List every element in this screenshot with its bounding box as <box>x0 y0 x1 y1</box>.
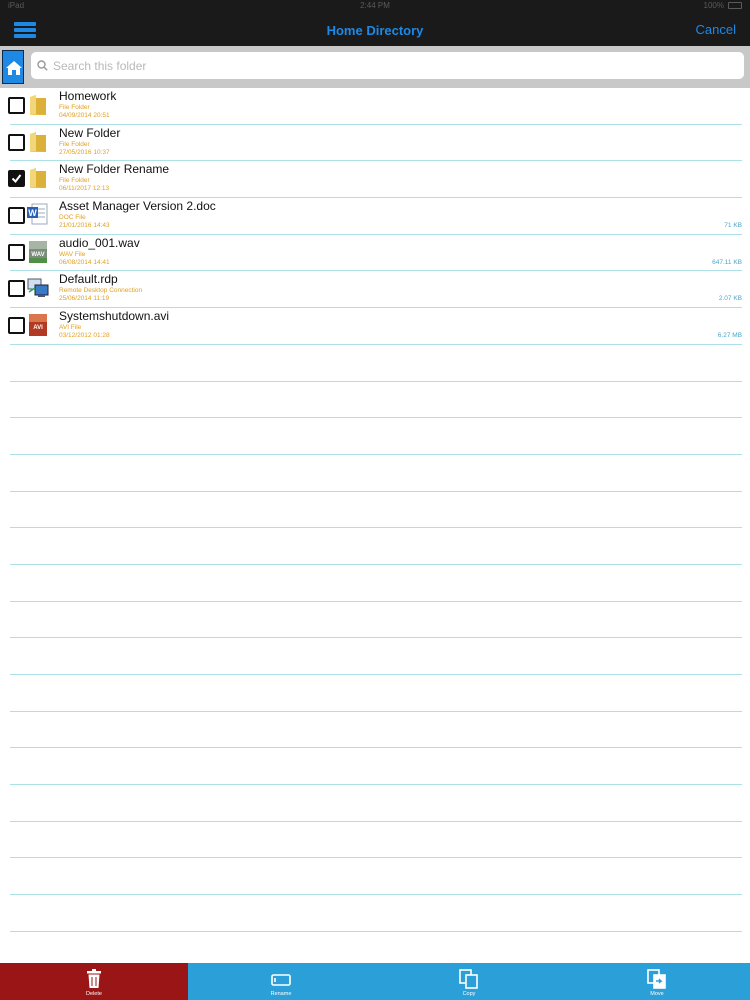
page-title: Home Directory <box>326 23 424 38</box>
search-field <box>31 52 744 79</box>
trash-icon <box>87 969 101 988</box>
file-picker-screen: iPad 2:44 PM 100% Home Directory Cancel … <box>0 0 750 1000</box>
copy-icon <box>459 969 478 989</box>
file-date: 06/11/2017 12:13 <box>59 185 110 193</box>
file-row[interactable]: New Folder Rename File Folder 06/11/2017 1… <box>8 161 742 199</box>
move-button[interactable]: Move <box>563 963 750 1000</box>
copy-button[interactable]: Copy <box>375 963 563 1000</box>
empty-row <box>10 382 742 419</box>
file-date: 25/06/2014 11:19 <box>59 295 110 303</box>
move-label: Move <box>650 991 664 997</box>
checkbox[interactable] <box>8 133 25 151</box>
battery-icon <box>728 2 742 9</box>
checkbox-checked[interactable] <box>8 170 25 188</box>
folder-icon <box>27 166 49 190</box>
svg-text:WAV: WAV <box>31 252 44 258</box>
empty-row <box>10 602 742 639</box>
file-name: New Folder Rename <box>59 162 170 177</box>
checkbox[interactable] <box>8 317 25 335</box>
word-doc-icon: W <box>27 203 49 227</box>
svg-text:AVI: AVI <box>33 325 43 331</box>
file-type: AVI File <box>59 324 82 332</box>
file-type: WAV File <box>59 250 86 258</box>
checkmark-icon <box>11 174 22 184</box>
clock-label: 2:44 PM <box>360 1 390 10</box>
wav-file-icon: WAV <box>27 240 49 264</box>
empty-row <box>10 455 742 492</box>
file-name: New Folder <box>59 125 121 140</box>
home-button[interactable] <box>2 50 24 84</box>
empty-row <box>10 638 742 675</box>
status-bar: iPad 2:44 PM 100% <box>0 0 750 12</box>
file-name: Default.rdp <box>59 272 118 287</box>
file-name: Systemshutdown.avi <box>59 309 170 324</box>
folder-icon <box>27 130 49 154</box>
empty-row <box>10 748 742 786</box>
rename-icon <box>271 974 291 986</box>
file-size: 647.11 KB <box>712 258 742 266</box>
empty-row <box>10 895 742 932</box>
file-list: Homework File Folder 04/09/2014 20:51 New F… <box>0 88 750 969</box>
checkbox[interactable] <box>8 280 25 298</box>
file-row[interactable]: AVI Systemshutdown.avi AVI File 03/12/2012 … <box>8 308 742 345</box>
empty-row <box>10 858 742 896</box>
file-type: File Folder <box>59 140 90 148</box>
search-icon <box>37 60 48 71</box>
move-icon <box>647 969 666 989</box>
battery-label: 100% <box>703 1 724 10</box>
file-row[interactable]: Default.rdp Remote Desktop Connection 25/0… <box>8 271 742 309</box>
svg-text:W: W <box>28 208 37 218</box>
folder-icon <box>27 93 49 117</box>
file-date: 21/01/2016 14:43 <box>59 222 110 230</box>
file-name: Homework <box>59 89 117 103</box>
checkbox[interactable] <box>8 97 25 114</box>
avi-file-icon: AVI <box>27 313 49 337</box>
file-row[interactable]: W Asset Manager Version 2.doc DOC File 21/0… <box>8 198 742 235</box>
bottom-toolbar: Delete Rename Copy Move <box>0 963 750 1000</box>
copy-label: Copy <box>462 991 476 997</box>
search-row <box>0 46 750 88</box>
delete-label: Delete <box>86 991 102 997</box>
empty-row <box>10 822 742 859</box>
file-name: audio_001.wav <box>59 235 140 250</box>
file-row[interactable]: New Folder File Folder 27/05/2016 10:37 <box>8 125 742 162</box>
rename-label: Rename <box>270 991 292 997</box>
file-type: Remote Desktop Connection <box>59 287 143 295</box>
file-date: 06/08/2014 14:41 <box>59 258 110 266</box>
empty-row <box>10 785 742 822</box>
file-type: DOC File <box>59 214 86 222</box>
file-size: 6.27 MB <box>717 332 742 340</box>
file-type: File Folder <box>59 177 90 185</box>
file-date: 04/09/2014 20:51 <box>59 112 110 119</box>
search-input[interactable] <box>53 56 733 75</box>
file-size: 71 KB <box>724 222 742 230</box>
checkbox[interactable] <box>8 207 25 225</box>
checkbox[interactable] <box>8 243 25 261</box>
empty-row <box>10 528 742 565</box>
delete-button[interactable]: Delete <box>0 963 188 1000</box>
rename-button[interactable]: Rename <box>188 963 375 1000</box>
empty-row <box>10 712 742 749</box>
empty-row <box>10 565 742 602</box>
file-type: File Folder <box>59 104 90 111</box>
file-date: 27/05/2016 10:37 <box>59 148 110 156</box>
file-name: Asset Manager Version 2.doc <box>59 199 216 214</box>
file-row[interactable]: Homework File Folder 04/09/2014 20:51 <box>8 88 742 125</box>
empty-row <box>10 675 742 712</box>
file-size: 2.07 KB <box>718 295 742 303</box>
empty-row <box>10 345 742 382</box>
cancel-button[interactable]: Cancel <box>696 22 736 37</box>
empty-row <box>10 418 742 455</box>
navigation-bar: iPad 2:44 PM 100% Home Directory Cancel <box>0 0 750 46</box>
file-row[interactable]: WAV audio_001.wav WAV File 06/08/2014 14:41… <box>8 235 742 272</box>
empty-row <box>10 492 742 529</box>
rdp-file-icon <box>27 276 49 300</box>
home-icon <box>6 61 22 75</box>
file-date: 03/12/2012 01:28 <box>59 332 110 340</box>
